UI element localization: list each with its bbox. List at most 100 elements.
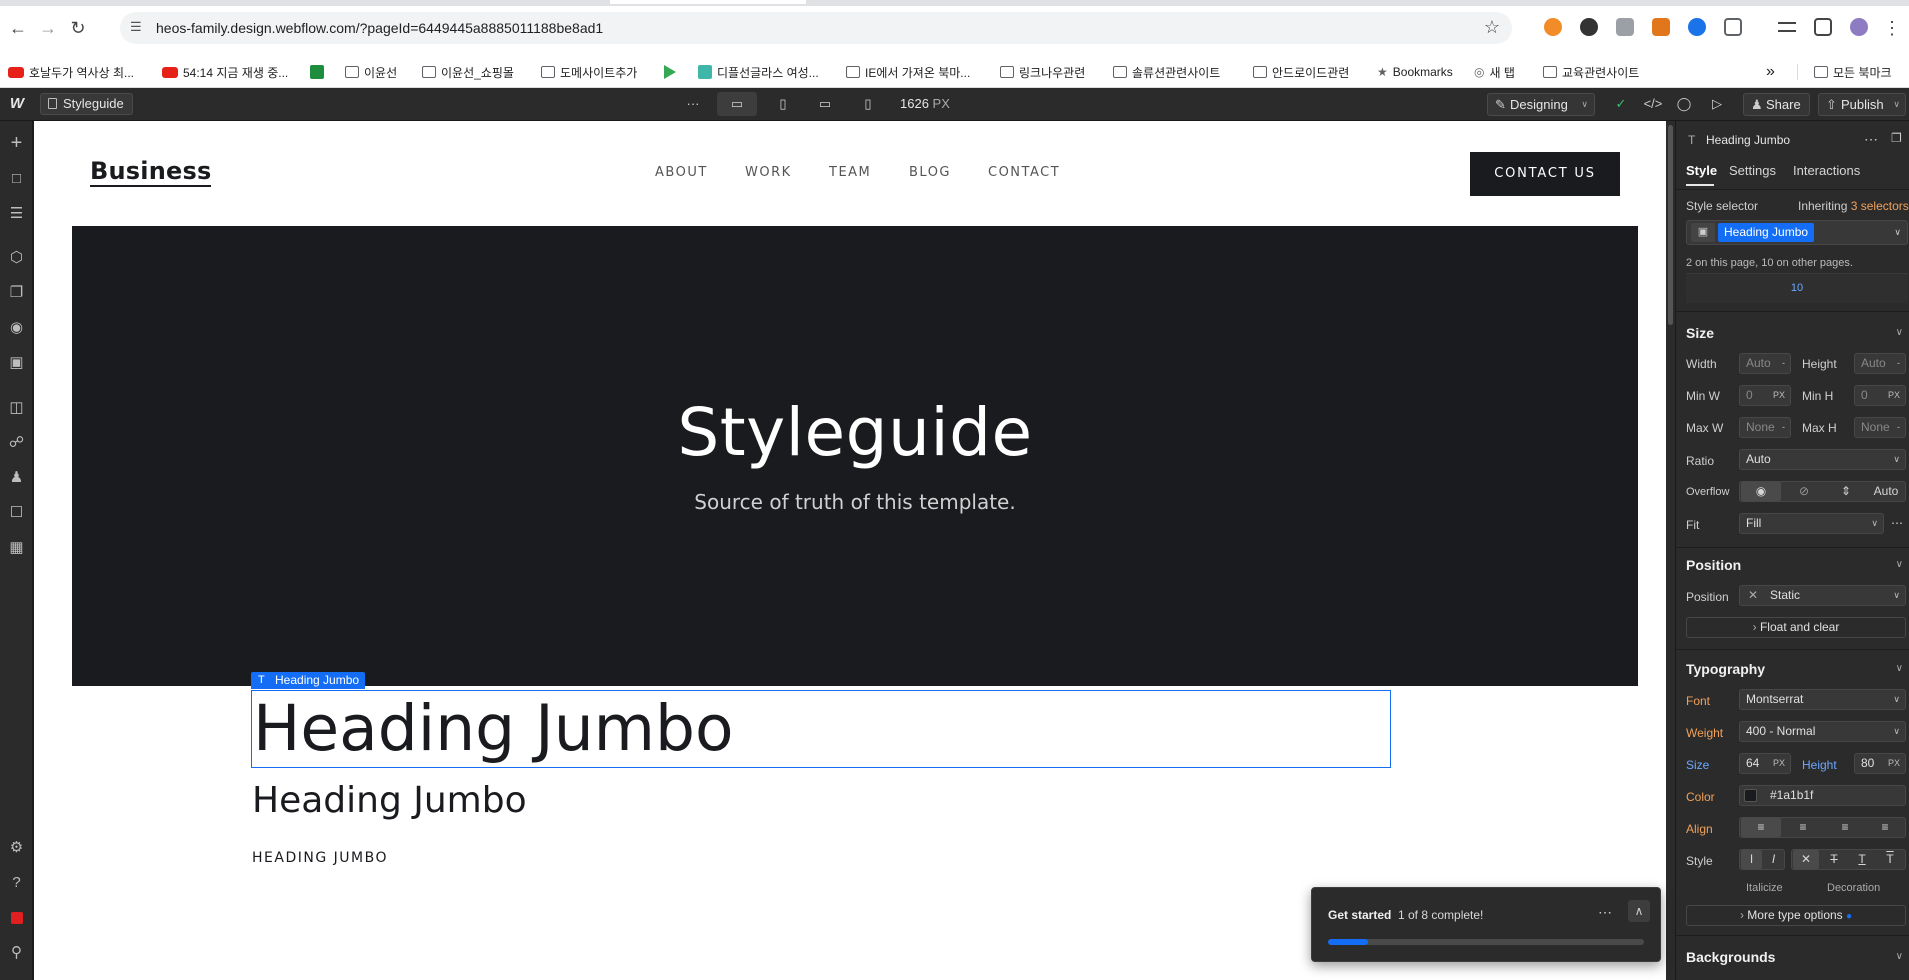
extension-fox-icon[interactable] — [1652, 18, 1670, 36]
align-justify-icon[interactable]: ≡ — [1865, 818, 1905, 837]
chevron-up-icon[interactable]: ∧ — [1628, 900, 1650, 922]
nav-link-blog[interactable]: BLOG — [909, 165, 951, 180]
position-select[interactable]: ✕ Static ∨ — [1739, 585, 1906, 606]
font-size-field[interactable]: 64 PX — [1739, 753, 1791, 774]
ratio-select[interactable]: Auto ∨ — [1739, 449, 1906, 470]
chevron-down-icon[interactable]: ∨ — [1896, 327, 1903, 338]
search-icon[interactable]: ⚲ — [6, 942, 27, 963]
chevron-down-icon[interactable]: ∨ — [1894, 223, 1901, 242]
bookmark-item[interactable]: 솔류션관련사이트 — [1113, 64, 1220, 80]
align-segment[interactable]: ≡ ≡ ≡ ≡ — [1739, 817, 1906, 838]
min-width-unit[interactable]: PX — [1773, 386, 1785, 405]
max-height-field[interactable]: None - — [1854, 417, 1906, 438]
more-type-options-toggle[interactable]: › More type options ● — [1686, 905, 1906, 926]
height-field[interactable]: Auto - — [1854, 353, 1906, 374]
contact-us-button[interactable]: CONTACT US — [1470, 152, 1620, 196]
extension-v-icon[interactable] — [1688, 18, 1706, 36]
navigator-icon[interactable]: ☰ — [6, 203, 27, 224]
bookmark-item[interactable]: 호날두가 역사상 최... — [8, 64, 134, 80]
bookmark-item[interactable]: 링크나우관련 — [1000, 64, 1085, 80]
overline-icon[interactable]: T — [1877, 850, 1903, 869]
active-tab-edge[interactable] — [610, 0, 806, 4]
hero-subtitle[interactable]: Source of truth of this template. — [72, 490, 1638, 514]
color-field[interactable]: #1a1b1f — [1739, 785, 1906, 806]
preview-play-icon[interactable]: ▷ — [1706, 92, 1728, 116]
address-bar[interactable]: ☰ heos-family.design.webflow.com/?pageId… — [120, 12, 1512, 44]
bookmark-item[interactable]: 안드로이드관련 — [1253, 64, 1349, 80]
ecommerce-icon[interactable]: ☐ — [6, 502, 27, 523]
side-panel-icon[interactable] — [1814, 18, 1832, 36]
color-swatch[interactable] — [1744, 789, 1757, 802]
size-section-title[interactable]: Size — [1686, 325, 1714, 341]
selector-field[interactable]: ▣ Heading Jumbo ∨ — [1686, 220, 1908, 245]
min-width-field[interactable]: 0 PX — [1739, 385, 1791, 406]
bookmark-item[interactable] — [310, 64, 324, 80]
nav-link-team[interactable]: TEAM — [829, 165, 871, 180]
kebab-menu-icon[interactable]: ⋮ — [1880, 16, 1904, 40]
align-center-icon[interactable]: ≡ — [1783, 818, 1823, 837]
section-label[interactable]: HEADINGS — [251, 648, 327, 662]
line-height-unit[interactable]: PX — [1888, 754, 1900, 773]
spacing-box[interactable]: 10 — [1686, 273, 1908, 303]
add-element-icon[interactable]: + — [6, 133, 27, 154]
min-height-field[interactable]: 0 PX — [1854, 385, 1906, 406]
arrow-left-icon[interactable]: ← — [6, 16, 30, 40]
chevron-down-icon[interactable]: ∨ — [1896, 951, 1903, 962]
tab-settings[interactable]: Settings — [1729, 163, 1776, 178]
max-width-unit[interactable]: - — [1782, 418, 1785, 437]
code-icon[interactable]: </> — [1642, 92, 1664, 116]
extension-g-icon[interactable] — [1580, 18, 1598, 36]
tab-style[interactable]: Style — [1686, 163, 1717, 178]
typography-section-title[interactable]: Typography — [1686, 661, 1765, 677]
bookmark-item[interactable] — [664, 64, 676, 80]
bookmark-item[interactable]: 디플선글라스 여성... — [698, 64, 819, 80]
site-logo[interactable]: Business — [90, 158, 212, 187]
extensions-puzzle-icon[interactable] — [1724, 18, 1742, 36]
variables-icon[interactable]: ◉ — [6, 317, 27, 338]
bookmark-item[interactable]: ◎ 새 탭 — [1474, 64, 1515, 80]
height-unit[interactable]: - — [1897, 354, 1900, 373]
more-options-icon[interactable]: ⋯ — [1598, 904, 1612, 921]
tab-interactions[interactable]: Interactions — [1793, 163, 1860, 178]
get-started-widget[interactable]: Get started 1 of 8 complete! ⋯ ∧ — [1311, 887, 1661, 962]
width-unit[interactable]: - — [1782, 354, 1785, 373]
url-text[interactable]: heos-family.design.webflow.com/?pageId=6… — [156, 20, 603, 36]
bookmark-item[interactable]: 도메사이트추가 — [541, 64, 637, 80]
all-bookmarks-folder[interactable]: 모든 북마크 — [1814, 64, 1892, 80]
align-left-icon[interactable]: ≡ — [1741, 818, 1781, 837]
site-info-icon[interactable]: ☰ — [130, 19, 148, 37]
extension-fire-icon[interactable] — [1544, 18, 1562, 36]
mode-switcher[interactable]: ✎ Designing ∨ — [1487, 93, 1595, 116]
more-options-icon[interactable]: ··· — [680, 92, 706, 116]
share-button[interactable]: ♟ Share — [1743, 93, 1810, 116]
italic-off-icon[interactable]: I — [1741, 850, 1762, 869]
scrollbar-thumb[interactable] — [1668, 125, 1673, 325]
component-icon[interactable]: ❐ — [1891, 131, 1902, 145]
bookmark-item[interactable]: 이윤선 — [345, 64, 397, 80]
reload-icon[interactable]: ↻ — [66, 16, 90, 40]
float-and-clear-toggle[interactable]: › Float and clear — [1686, 617, 1906, 638]
strikethrough-icon[interactable]: T — [1821, 850, 1847, 869]
check-status-icon[interactable]: ✓ — [1610, 92, 1632, 116]
desktop-breakpoint-icon[interactable]: ▭ — [717, 92, 757, 116]
decoration-none-icon[interactable]: ✕ — [1793, 850, 1819, 869]
components-icon[interactable]: ⬡ — [6, 247, 27, 268]
scroll-icon[interactable]: ⇕ — [1826, 482, 1866, 501]
nav-link-about[interactable]: ABOUT — [655, 165, 708, 180]
backgrounds-section-title[interactable]: Backgrounds — [1686, 949, 1775, 965]
overflow-segment[interactable]: ◉ ⊘ ⇕ Auto — [1739, 481, 1906, 502]
style-selectors-icon[interactable]: ❐ — [6, 282, 27, 303]
eye-slash-icon[interactable]: ⊘ — [1784, 482, 1824, 501]
extension-puzzle-image-icon[interactable] — [1616, 18, 1634, 36]
chevron-down-icon[interactable]: ∨ — [1896, 559, 1903, 570]
bookmark-item[interactable]: ★ Bookmarks — [1377, 64, 1453, 80]
hero-title[interactable]: Styleguide — [72, 394, 1638, 471]
bookmark-item[interactable]: 54:14 지금 재생 중... — [162, 64, 288, 80]
bookmark-item[interactable]: 이윤선_쇼핑몰 — [422, 64, 514, 80]
underline-icon[interactable]: T — [1849, 850, 1875, 869]
mobile-landscape-breakpoint-icon[interactable]: ▭ — [812, 92, 838, 116]
bookmarks-overflow-button[interactable]: » — [1766, 63, 1775, 80]
webflow-logo-icon[interactable]: W — [4, 92, 30, 116]
position-section-title[interactable]: Position — [1686, 557, 1741, 573]
max-height-unit[interactable]: - — [1897, 418, 1900, 437]
